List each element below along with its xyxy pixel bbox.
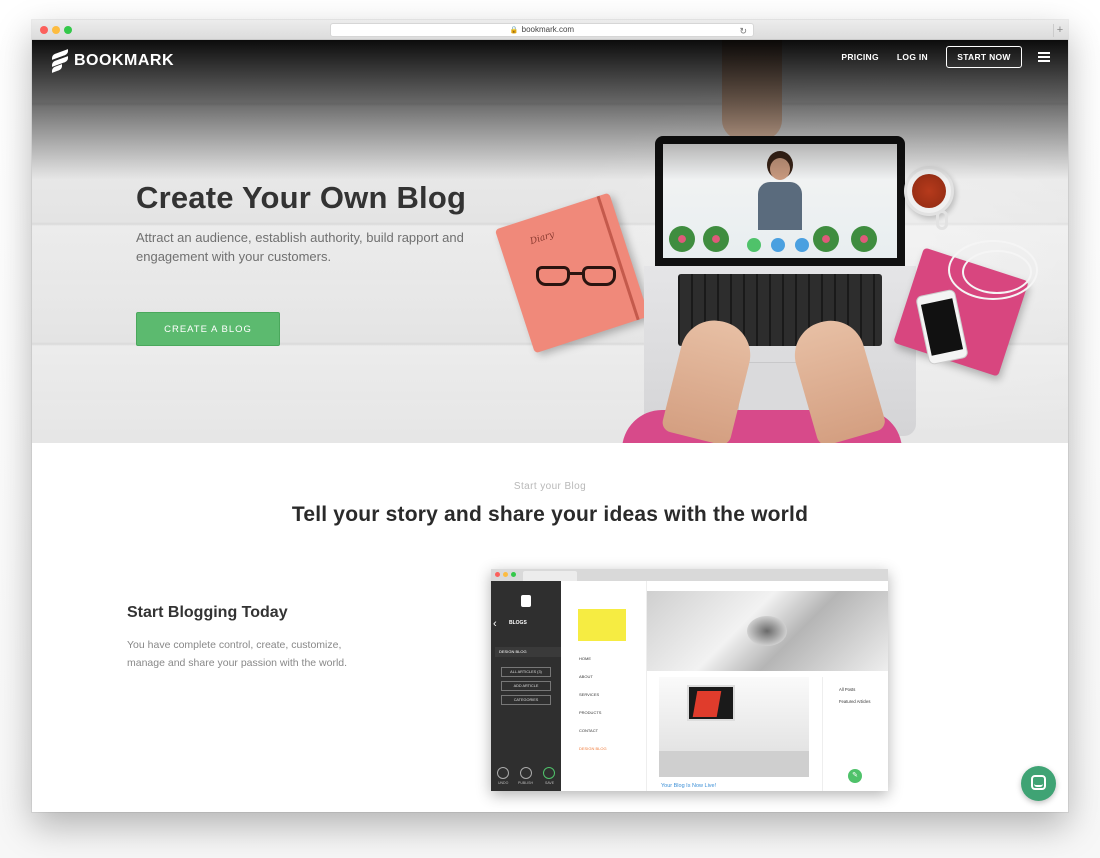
mockup-tab: [523, 571, 577, 581]
minimize-window-button[interactable]: [52, 26, 60, 34]
glasses-image: [536, 266, 620, 290]
glasses-lens-right: [582, 266, 616, 286]
mockup-undo-label: UNDO: [498, 781, 509, 785]
editor-mockup: ‹ BLOGS DESIGN BLOG ALL ARTICLES (3) ADD…: [491, 569, 888, 791]
notebook-label: Diary: [528, 229, 556, 248]
section-kicker: Start your Blog: [513, 481, 587, 492]
feature-title: Start Blogging Today: [127, 604, 288, 621]
mockup-nav-item: PRODUCTS: [579, 710, 602, 715]
logo[interactable]: BOOKMARK: [52, 49, 174, 73]
plant-image: [703, 226, 729, 252]
create-blog-button[interactable]: CREATE A BLOG: [136, 312, 280, 346]
back-arrow-icon: ‹: [493, 618, 497, 630]
mockup-save-label: SAVE: [545, 781, 555, 785]
bookmark-logo-icon: [52, 49, 70, 73]
person-body: [758, 182, 802, 230]
new-tab-icon[interactable]: +: [1053, 24, 1066, 37]
mockup-side-link: All Posts: [839, 687, 856, 692]
hero-title: Create Your Own Blog: [136, 180, 467, 215]
mockup-all-articles-button: ALL ARTICLES (3): [501, 667, 551, 677]
speaker-icon: [795, 238, 809, 252]
mockup-nav-item: CONTACT: [579, 728, 599, 733]
mockup-computer: [687, 685, 735, 721]
mockup-nav-item: SERVICES: [579, 692, 600, 697]
mockup-actions: UNDO PUBLISH SAVE: [491, 767, 561, 791]
mockup-add-article-button: ADD ARTICLE: [501, 681, 551, 691]
mockup-titlebar: [491, 569, 888, 581]
mockup-hero-image: [647, 591, 888, 671]
feature-text: You have complete control, create, custo…: [127, 639, 348, 669]
close-window-button[interactable]: [40, 26, 48, 34]
nav-pricing-link[interactable]: PRICING: [841, 52, 879, 62]
undo-icon: [497, 767, 509, 779]
mockup-categories-button: CATEGORIES: [501, 695, 551, 705]
address-bar-url: bookmark.com: [521, 25, 575, 34]
mockup-publish-label: PUBLISH: [518, 781, 533, 785]
save-check-icon: [543, 767, 555, 779]
main-nav: PRICING LOG IN START NOW: [841, 46, 1050, 68]
hero-section: Diary BOOKMARK PRICING LOG IN START NOW …: [32, 40, 1068, 443]
mockup-nav-item: ABOUT: [579, 674, 593, 679]
mockup-tunnel: [747, 616, 787, 646]
browser-toolbar: 🔒 bookmark.com ↻ +: [32, 20, 1068, 40]
edit-pencil-icon: ✎: [848, 769, 862, 783]
mockup-side-link: Featured Articles: [839, 699, 871, 704]
browser-window: 🔒 bookmark.com ↻ + Diary BOOKMARK PRICIN…: [32, 20, 1068, 812]
stage: 🔒 bookmark.com ↻ + Diary BOOKMARK PRICIN…: [0, 0, 1100, 858]
lock-icon: 🔒: [509, 27, 519, 34]
earphone-cable-image: [962, 250, 1032, 294]
mockup-post-caption: Your Blog Is Now Live!: [661, 783, 717, 789]
plant-image: [669, 226, 695, 252]
mockup-post-image: [659, 677, 809, 777]
mockup-nav-item-active: DESIGN BLOG: [579, 746, 607, 751]
cup-handle-image: [936, 210, 948, 230]
hamburger-menu-icon[interactable]: [1038, 52, 1050, 62]
hero-subtitle: Attract an audience, establish authority…: [136, 230, 464, 264]
mockup-desk: [659, 751, 809, 777]
mockup-nav-item: HOME: [579, 656, 591, 661]
start-now-button[interactable]: START NOW: [946, 46, 1022, 68]
message-icon: [771, 238, 785, 252]
mockup-site-logo: [578, 609, 626, 641]
chat-icon[interactable]: [1021, 766, 1056, 801]
maximize-window-button[interactable]: [64, 26, 72, 34]
call-icon: [747, 238, 761, 252]
reload-icon[interactable]: ↻: [739, 25, 747, 37]
mockup-site-nav: HOME ABOUT SERVICES PRODUCTS CONTACT DES…: [561, 581, 647, 791]
mockup-sidebar: ‹ BLOGS DESIGN BLOG ALL ARTICLES (3) ADD…: [491, 581, 561, 791]
publish-icon: [520, 767, 532, 779]
plant-image: [851, 226, 877, 252]
mockup-active-blog: DESIGN BLOG: [495, 647, 561, 657]
address-bar[interactable]: 🔒 bookmark.com ↻: [330, 23, 754, 37]
nav-login-link[interactable]: LOG IN: [897, 52, 928, 62]
section-title: Tell your story and share your ideas wit…: [291, 503, 809, 526]
glasses-lens-left: [536, 266, 570, 286]
plant-image: [813, 226, 839, 252]
logo-text: BOOKMARK: [74, 52, 174, 69]
mockup-sidebar-title: BLOGS: [509, 620, 527, 626]
phone-screen: [920, 298, 964, 356]
mockup-content: Your Blog Is Now Live! All Posts Feature…: [647, 581, 888, 791]
mockup-logo-icon: [521, 595, 531, 607]
